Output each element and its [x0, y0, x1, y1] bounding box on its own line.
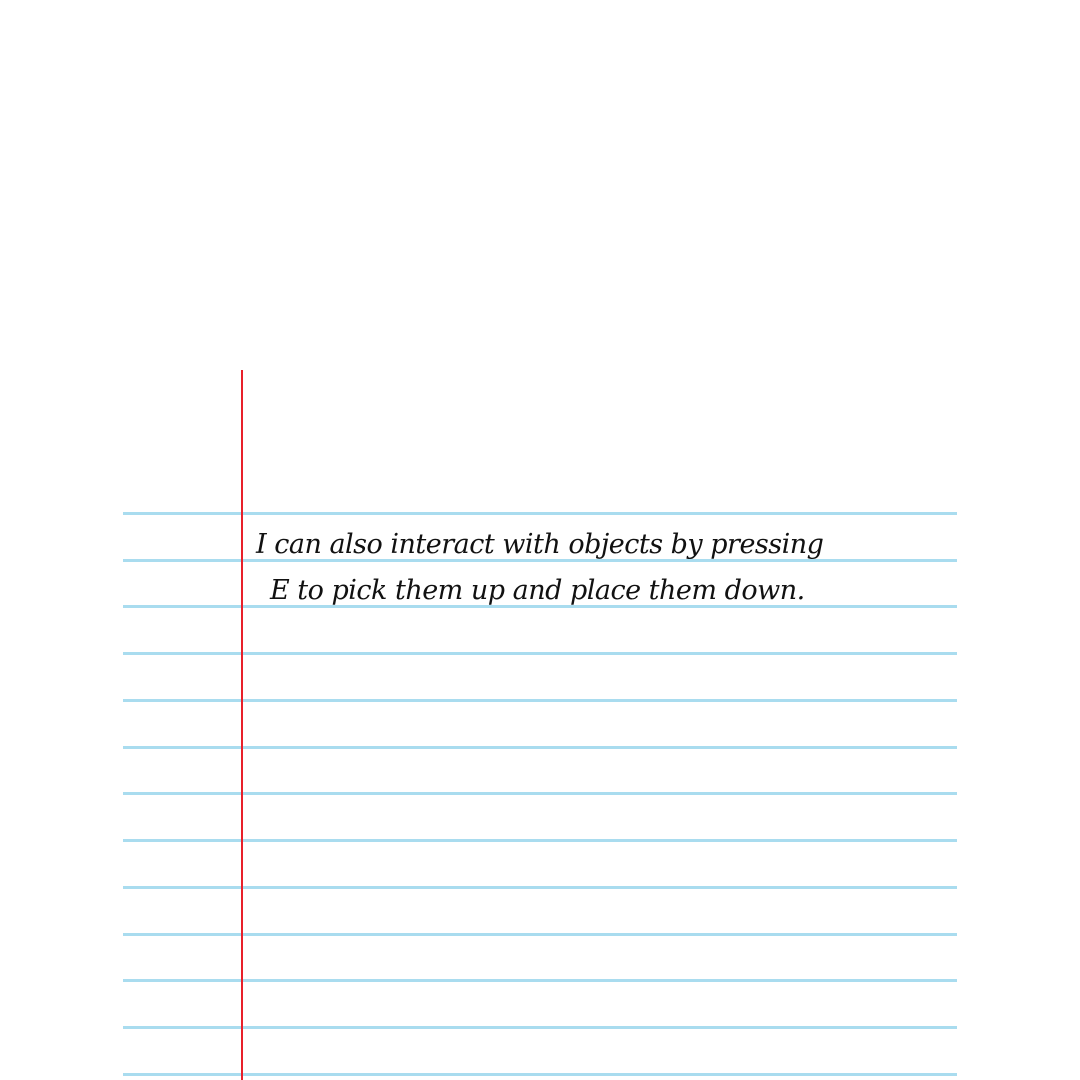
- rule-line: [123, 886, 957, 889]
- handwritten-text-line-2: E to pick them up and place them down.: [270, 575, 805, 606]
- rule-line: [123, 979, 957, 982]
- rule-line: [123, 1026, 957, 1029]
- notebook-page: I can also interact with objects by pres…: [0, 0, 1080, 1080]
- rule-line: [123, 512, 957, 515]
- rule-line: [123, 933, 957, 936]
- rule-line: [123, 1073, 957, 1076]
- rule-line: [123, 652, 957, 655]
- rule-line: [123, 746, 957, 749]
- rule-line: [123, 839, 957, 842]
- rule-line: [123, 792, 957, 795]
- margin-line: [241, 370, 243, 1080]
- handwritten-text-line-1: I can also interact with objects by pres…: [256, 529, 824, 560]
- rule-line: [123, 699, 957, 702]
